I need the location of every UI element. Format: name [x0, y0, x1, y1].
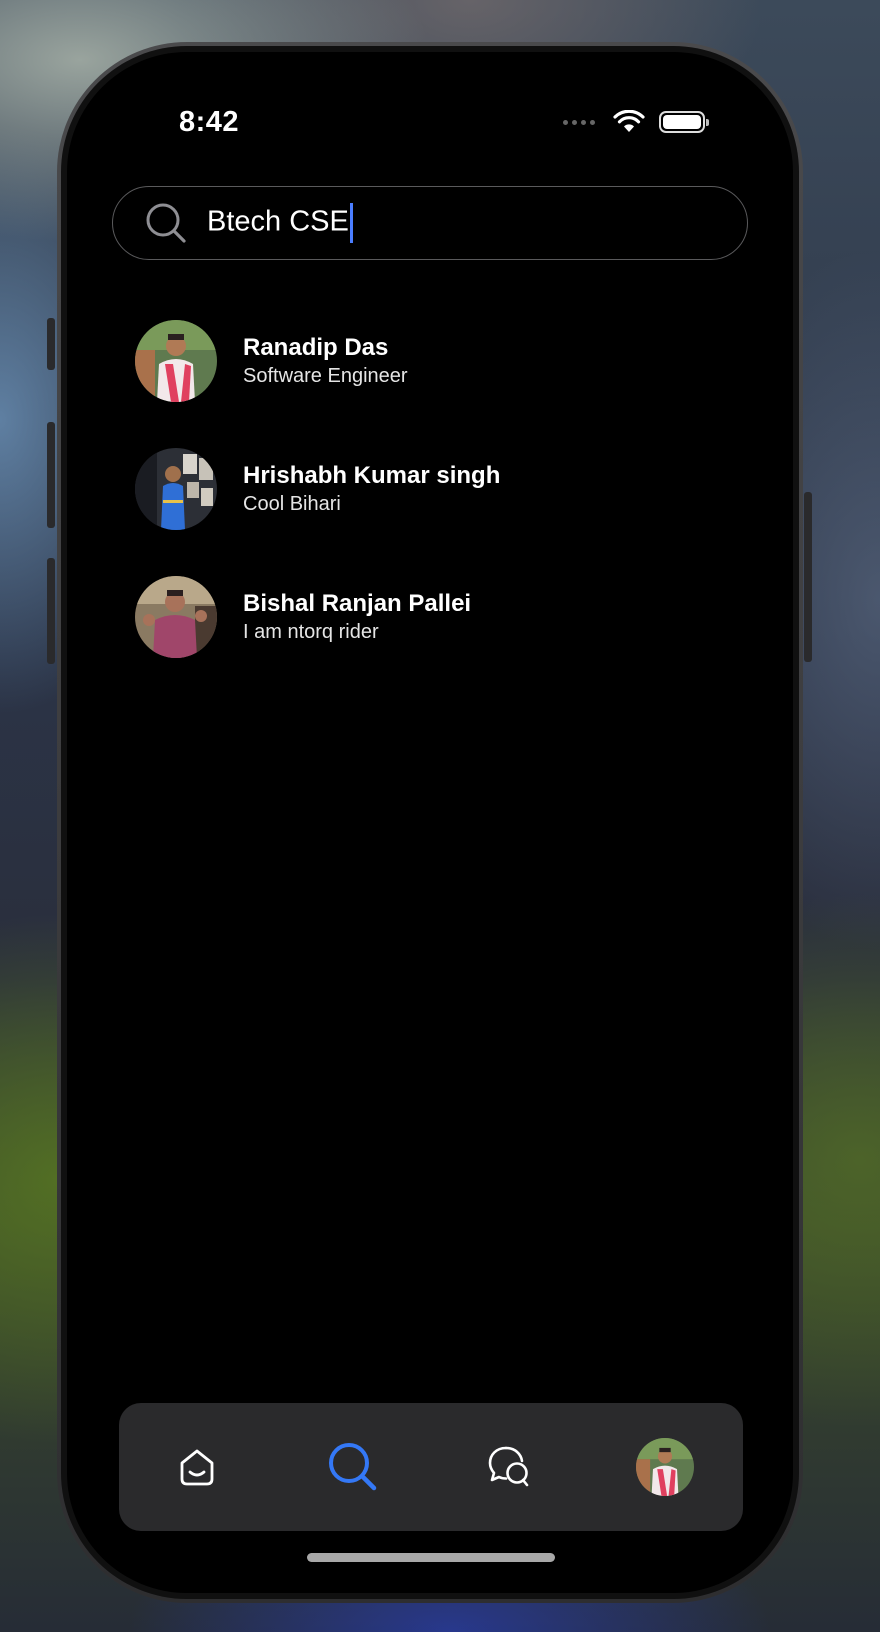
cellular-signal-icon [563, 119, 595, 125]
search-bar[interactable]: Btech CSE [112, 186, 748, 260]
avatar [135, 320, 217, 402]
tab-home[interactable] [152, 1422, 242, 1512]
search-query-text: Btech CSE [207, 205, 349, 238]
tab-bar [119, 1403, 743, 1531]
phone-bezel: 8:42 Btech CSE Ranadip Das Software Engi… [61, 46, 799, 1599]
result-text: Ranadip Das Software Engineer [243, 333, 408, 389]
status-time: 8:42 [179, 106, 240, 138]
home-indicator[interactable] [307, 1553, 555, 1562]
text-caret [349, 203, 353, 243]
avatar [135, 576, 217, 658]
search-icon [329, 1443, 377, 1491]
result-text: Bishal Ranjan Pallei I am ntorq rider [243, 589, 471, 645]
volume-down-button [47, 558, 55, 664]
result-subtitle: Software Engineer [243, 365, 408, 387]
app-screen: 8:42 Btech CSE Ranadip Das Software Engi… [67, 52, 793, 1593]
result-subtitle: Cool Bihari [243, 493, 341, 515]
result-name: Bishal Ranjan Pallei [243, 590, 472, 617]
wifi-icon [613, 110, 645, 132]
battery-icon [659, 111, 709, 133]
tab-search[interactable] [308, 1422, 398, 1512]
search-icon [146, 203, 186, 243]
result-text: Hrishabh Kumar singh Cool Bihari [243, 461, 500, 517]
action-button [47, 318, 55, 370]
tab-profile[interactable] [620, 1422, 710, 1512]
person-photo-icon [135, 576, 217, 658]
result-item-bishal[interactable]: Bishal Ranjan Pallei I am ntorq rider [135, 553, 735, 681]
chat-icon [488, 1446, 529, 1487]
home-icon [180, 1449, 214, 1486]
search-results-list: Ranadip Das Software Engineer Hrishabh K… [135, 297, 735, 681]
status-indicators [563, 110, 709, 134]
profile-avatar [636, 1438, 694, 1496]
tab-chat[interactable] [464, 1422, 554, 1512]
phone-frame: 8:42 Btech CSE Ranadip Das Software Engi… [57, 42, 803, 1603]
volume-up-button [47, 422, 55, 528]
result-subtitle: I am ntorq rider [243, 621, 379, 643]
result-name: Hrishabh Kumar singh [243, 462, 501, 489]
result-item-ranadip[interactable]: Ranadip Das Software Engineer [135, 297, 735, 425]
search-input[interactable]: Btech CSE [207, 203, 353, 243]
avatar [135, 448, 217, 530]
person-photo-icon [636, 1438, 694, 1496]
result-item-hrishabh[interactable]: Hrishabh Kumar singh Cool Bihari [135, 425, 735, 553]
power-button [804, 492, 812, 662]
person-photo-icon [135, 448, 217, 530]
person-photo-icon [135, 320, 217, 402]
result-name: Ranadip Das [243, 334, 389, 361]
